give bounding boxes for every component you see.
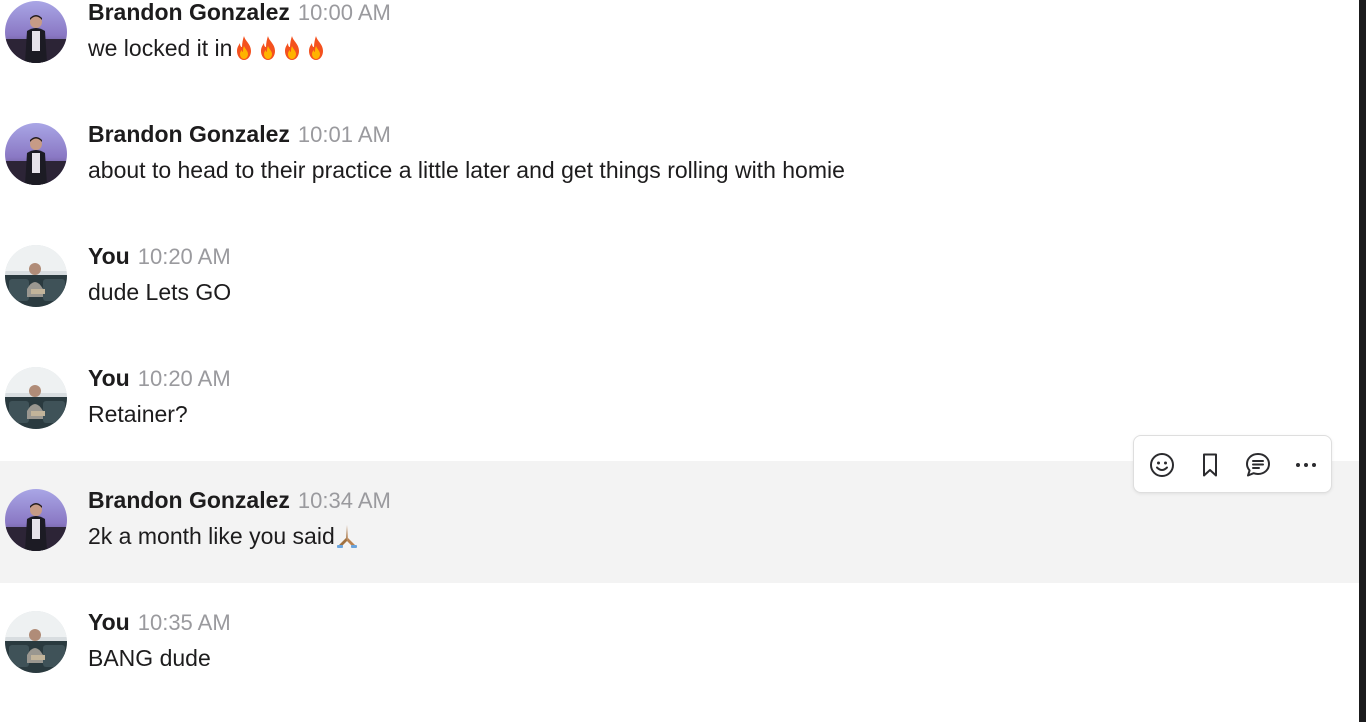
brandon-avatar[interactable] (5, 1, 67, 63)
fire-emoji-icon (304, 35, 328, 61)
reply-in-thread-icon (1246, 453, 1270, 477)
message-text: BANG dude (88, 645, 211, 671)
avatar-image (5, 245, 67, 307)
you-avatar[interactable] (5, 245, 67, 307)
message-text: dude Lets GO (88, 279, 232, 305)
message-body: 2k a month like you said (88, 523, 335, 549)
message-item[interactable]: Brandon Gonzalez 10:00 AM we locked it in (0, 0, 1359, 104)
timestamp[interactable]: 10:00 AM (298, 0, 391, 25)
message-header: Brandon Gonzalez 10:00 AM (88, 0, 391, 26)
author-name[interactable]: You (88, 365, 130, 391)
message-item[interactable]: You 10:20 AM dude Lets GO (0, 226, 1359, 348)
message-text: Retainer? (88, 401, 188, 427)
avatar-image (5, 489, 67, 551)
message-header: Brandon Gonzalez 10:01 AM (88, 120, 391, 148)
you-avatar[interactable] (5, 367, 67, 429)
message-list: Brandon Gonzalez 10:00 AM we locked it in… (0, 0, 1366, 722)
timestamp[interactable]: 10:35 AM (138, 610, 231, 635)
message-header: You 10:35 AM (88, 608, 231, 636)
message-text: about to head to their practice a little… (88, 157, 845, 183)
message-item[interactable]: Brandon Gonzalez 10:01 AM about to head t… (0, 104, 1359, 226)
message-text: 2k a month like you said (88, 521, 359, 551)
author-name[interactable]: Brandon Gonzalez (88, 487, 290, 513)
emoji-reaction-icon (1150, 453, 1174, 477)
timestamp[interactable]: 10:34 AM (298, 488, 391, 513)
message-actions-toolbar (1133, 435, 1332, 493)
add-reaction-button[interactable] (1146, 449, 1178, 481)
author-name[interactable]: Brandon Gonzalez (88, 121, 290, 147)
avatar-image (5, 123, 67, 185)
author-name[interactable]: Brandon Gonzalez (88, 0, 290, 25)
message-text: we locked it in (88, 33, 328, 63)
fire-emoji-icon (232, 35, 256, 61)
message-item[interactable]: You 10:35 AM BANG dude (0, 592, 1359, 714)
window-edge (1359, 0, 1366, 722)
more-actions-button[interactable] (1290, 449, 1322, 481)
brandon-avatar[interactable] (5, 489, 67, 551)
timestamp[interactable]: 10:01 AM (298, 122, 391, 147)
bookmark-icon (1203, 453, 1217, 477)
reply-in-thread-button[interactable] (1242, 449, 1274, 481)
message-header: Brandon Gonzalez 10:34 AM (88, 486, 391, 514)
save-message-button[interactable] (1194, 449, 1226, 481)
more-actions-icon (1296, 463, 1316, 467)
message-header: You 10:20 AM (88, 242, 231, 270)
message-header: You 10:20 AM (88, 364, 231, 392)
avatar-image (5, 1, 67, 63)
avatar-image (5, 611, 67, 673)
author-name[interactable]: You (88, 243, 130, 269)
message-body: we locked it in (88, 35, 233, 61)
timestamp[interactable]: 10:20 AM (138, 244, 231, 269)
folded-hands-emoji-icon (335, 523, 359, 549)
timestamp[interactable]: 10:20 AM (138, 366, 231, 391)
you-avatar[interactable] (5, 611, 67, 673)
fire-emoji-icon (256, 35, 280, 61)
author-name[interactable]: You (88, 609, 130, 635)
avatar-image (5, 367, 67, 429)
fire-emoji-icon (280, 35, 304, 61)
brandon-avatar[interactable] (5, 123, 67, 185)
